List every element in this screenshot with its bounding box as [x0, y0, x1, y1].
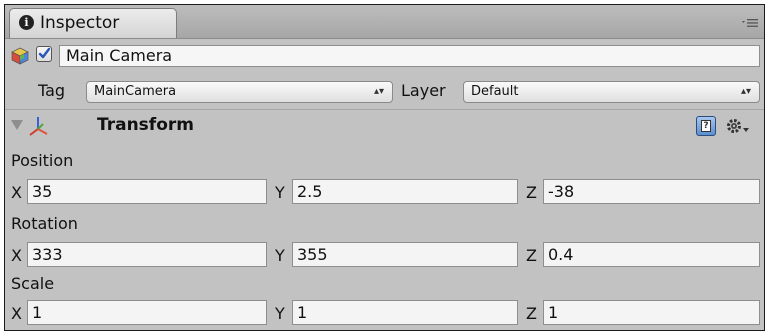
rotation-y-label: Y	[275, 246, 285, 265]
rotation-x-label: X	[11, 246, 22, 265]
tab-title: Inspector	[40, 13, 120, 33]
game-object-header: Main Camera	[5, 39, 764, 73]
object-name-field[interactable]: Main Camera	[59, 45, 760, 67]
panel-menu-icon[interactable]	[742, 18, 758, 28]
tag-dropdown[interactable]: MainCamera ▴▾	[86, 81, 393, 103]
inspector-panel: i Inspector Main Camera Tag MainCamera ▴…	[4, 4, 765, 331]
tag-value: MainCamera	[94, 84, 177, 99]
active-checkbox[interactable]	[36, 46, 52, 62]
layer-value: Default	[471, 84, 519, 99]
foldout-arrow-icon[interactable]	[11, 120, 23, 130]
transform-title: Transform	[97, 115, 194, 135]
position-y-label: Y	[275, 183, 285, 202]
tab-bar: i Inspector	[5, 5, 764, 39]
rotation-x-field[interactable]: 333	[27, 242, 267, 267]
popup-arrows-icon: ▴▾	[373, 86, 384, 97]
help-glyph: ?	[701, 120, 711, 132]
transform-component-header[interactable]: Transform ?	[5, 111, 764, 141]
position-z-field[interactable]: -38	[543, 179, 760, 204]
layer-dropdown[interactable]: Default ▴▾	[463, 81, 760, 103]
scale-x-field[interactable]: 1	[27, 300, 267, 325]
scale-y-field[interactable]: 1	[292, 300, 518, 325]
rotation-label: Rotation	[11, 214, 78, 233]
help-reference-icon[interactable]: ?	[696, 116, 716, 136]
tab-inspector[interactable]: i Inspector	[9, 8, 177, 38]
rotation-z-field[interactable]: 0.4	[543, 242, 760, 267]
rotation-y-field[interactable]: 355	[292, 242, 518, 267]
position-x-field[interactable]: 35	[27, 179, 267, 204]
scale-y-label: Y	[275, 304, 285, 323]
layer-label: Layer	[401, 81, 446, 100]
scale-x-label: X	[11, 304, 22, 323]
tag-layer-row: Tag MainCamera ▴▾ Layer Default ▴▾	[5, 75, 764, 110]
position-z-label: Z	[526, 183, 537, 202]
transform-axis-icon	[29, 117, 48, 136]
info-icon: i	[19, 15, 34, 30]
tag-label: Tag	[38, 81, 66, 100]
scale-label: Scale	[11, 274, 55, 293]
scale-z-label: Z	[526, 304, 537, 323]
gear-dropdown-icon[interactable]	[724, 116, 756, 136]
rotation-z-label: Z	[526, 246, 537, 265]
position-x-label: X	[11, 183, 22, 202]
position-label: Position	[11, 151, 74, 170]
checkmark-icon	[38, 47, 51, 59]
scale-z-field[interactable]: 1	[543, 300, 760, 325]
cube-icon	[11, 47, 29, 65]
popup-arrows-icon: ▴▾	[740, 86, 751, 97]
position-y-field[interactable]: 2.5	[292, 179, 518, 204]
